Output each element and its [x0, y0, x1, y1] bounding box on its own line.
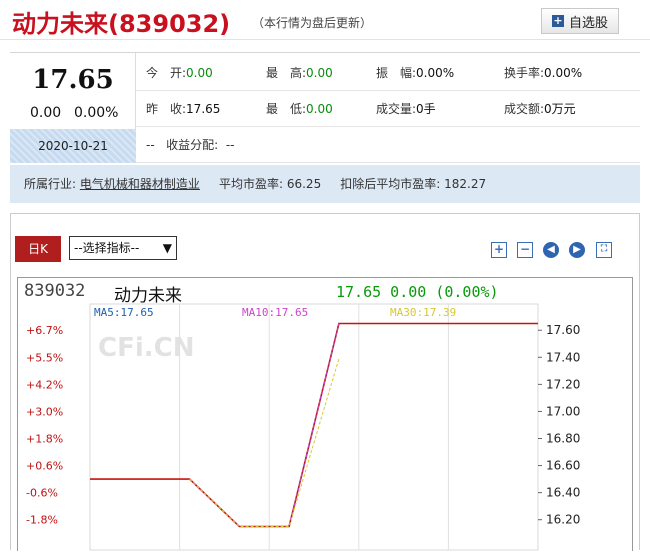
- right-tick-label: 16.40: [546, 486, 580, 500]
- kline-svg: CFi.CN17.6017.4017.2017.0016.8016.6016.4…: [26, 303, 580, 551]
- tab-daily-k[interactable]: 日K: [15, 236, 61, 262]
- quote-row-2: 昨 收:17.65 最 低:0.00 成交量:0手 成交额:0万元: [136, 91, 640, 127]
- add-favorite-button[interactable]: + 自选股: [541, 8, 619, 34]
- left-tick-label: +0.6%: [26, 460, 63, 473]
- right-tick-label: 17.00: [546, 404, 580, 418]
- quote-row-3: -- 收益分配: --: [136, 127, 640, 163]
- price-change-pct: 0.00%: [74, 105, 119, 121]
- left-tick-label: +5.5%: [26, 351, 63, 364]
- turnover-cell: 换手率:0.00%: [504, 66, 583, 80]
- industry-bar: 所属行业: 电气机械和器材制造业 平均市盈率: 66.25 扣除后平均市盈率: …: [10, 165, 640, 203]
- kline-panel: 日K --选择指标-- ▼ + − ◀ ▶ ⛶ 839032 动力未来 17.6…: [10, 213, 640, 551]
- price-change: 0.00: [30, 105, 62, 121]
- pan-right-icon[interactable]: ▶: [569, 242, 585, 258]
- ma-line-ma10: [189, 323, 340, 527]
- left-tick-label: +4.2%: [26, 378, 63, 391]
- prev-close-cell: 昨 收:17.65: [146, 102, 221, 116]
- legend-item: MA5:17.65: [94, 306, 154, 319]
- legend-item: MA10:17.65: [242, 306, 308, 319]
- right-tick-label: 16.80: [546, 432, 580, 446]
- left-tick-label: -0.6%: [26, 487, 58, 500]
- zoom-in-icon[interactable]: +: [491, 242, 507, 258]
- quote-datetime: 2020-10-21 16:00:00: [10, 129, 136, 187]
- left-tick-label: -1.8%: [26, 514, 58, 527]
- kline-chart: 839032 动力未来 17.65 0.00 (0.00%) CFi.CN 17.…: [17, 277, 633, 551]
- right-tick-label: 16.20: [546, 513, 580, 527]
- left-tick-label: +3.0%: [26, 405, 63, 418]
- plus-icon: +: [551, 14, 564, 27]
- high-cell: 最 高:0.00: [266, 66, 333, 80]
- avg-pe: 66.25: [286, 177, 322, 191]
- fullscreen-icon[interactable]: ⛶: [596, 242, 612, 258]
- open-cell: 今 开:0.00: [146, 66, 213, 80]
- indicator-select[interactable]: --选择指标-- ▼: [69, 236, 177, 260]
- price-box: 17.65 0.00 0.00% 2020-10-21 16:00:00: [10, 53, 136, 187]
- right-tick-label: 16.60: [546, 459, 580, 473]
- volume-cell: 成交量:0手: [376, 102, 436, 116]
- page-header: 动力未来(839032) （本行情为盘后更新） + 自选股: [0, 0, 650, 40]
- current-price: 17.65: [32, 65, 114, 95]
- quote-panel: 17.65 0.00 0.00% 2020-10-21 16:00:00 今 开…: [10, 52, 640, 187]
- pan-left-icon[interactable]: ◀: [543, 242, 559, 258]
- amplitude-cell: 振 幅:0.00%: [376, 66, 455, 80]
- quote-row-1: 今 开:0.00 最 高:0.00 振 幅:0.00% 换手率:0.00%: [136, 55, 640, 91]
- add-favorite-label: 自选股: [568, 15, 608, 31]
- ma-line-ma5: [189, 323, 340, 527]
- industry-link[interactable]: 电气机械和器材制造业: [80, 177, 200, 191]
- left-tick-label: +6.7%: [26, 324, 63, 337]
- right-tick-label: 17.60: [546, 323, 580, 337]
- chevron-down-icon: ▼: [162, 241, 172, 255]
- amount-cell: 成交额:0万元: [504, 102, 576, 116]
- right-tick-label: 17.20: [546, 377, 580, 391]
- left-tick-label: +1.8%: [26, 433, 63, 446]
- right-tick-label: 17.40: [546, 350, 580, 364]
- low-cell: 最 低:0.00: [266, 102, 333, 116]
- update-note: （本行情为盘后更新）: [252, 16, 373, 30]
- zoom-out-icon[interactable]: −: [517, 242, 533, 258]
- legend-item: MA30:17.39: [390, 306, 456, 319]
- page-title: 动力未来(839032): [12, 10, 231, 38]
- dividend-cell: -- 收益分配: --: [146, 138, 235, 152]
- adjusted-pe: 182.27: [444, 177, 487, 191]
